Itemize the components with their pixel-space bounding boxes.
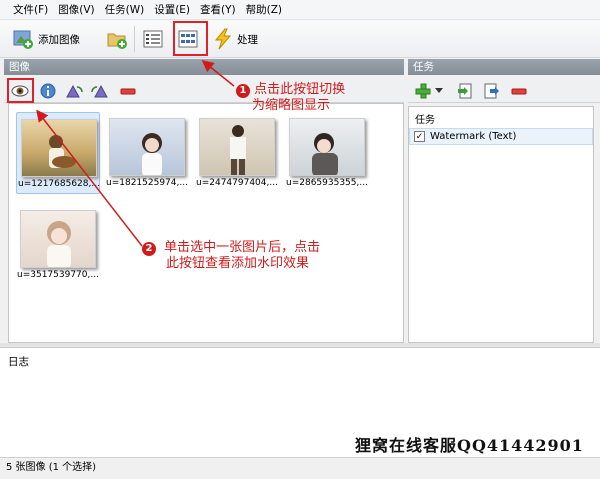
annotation-1-line2: 为缩略图显示: [252, 98, 331, 113]
annotation-number-2: 2: [142, 242, 156, 256]
annotation-1-line1: 点击此按钮切换: [254, 82, 346, 97]
arrow-to-preview-button: [36, 109, 143, 247]
arrow-to-thumbnail-button: [201, 60, 235, 87]
annotation-2-line2: 此按钮查看添加水印效果: [166, 256, 310, 271]
annotation-2-line1: 单击选中一张图片后，点击: [164, 240, 321, 255]
annotation-1: 1 点击此按钮切换 为缩略图显示: [236, 82, 345, 114]
annotation-number-1: 1: [236, 84, 250, 98]
annotation-2: 2 单击选中一张图片后，点击 此按钮查看添加水印效果: [142, 240, 320, 272]
